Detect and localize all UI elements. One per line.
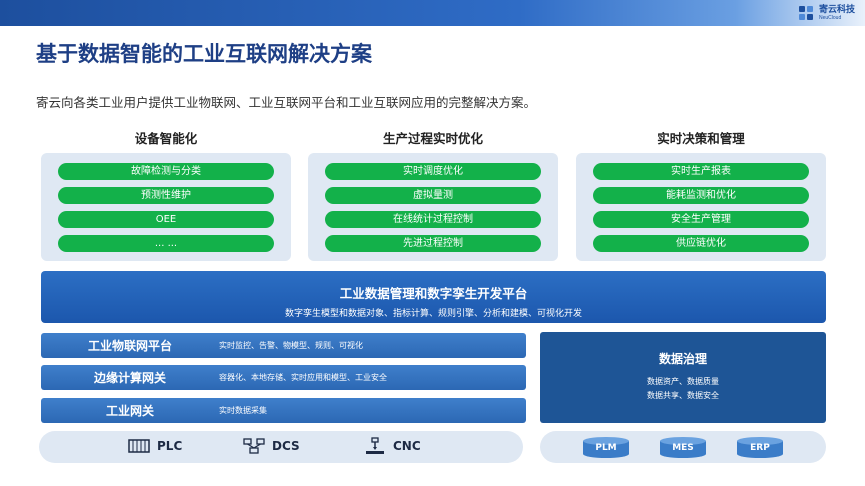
panel-realtime-decision: 实时生产报表 能耗监测和优化 安全生产管理 供应链优化 <box>576 153 826 261</box>
panel-device-intelligence: 故障检测与分类 预测性维护 OEE ... ... <box>41 153 291 261</box>
system-label: MES <box>672 443 694 453</box>
logo-name: 寄云科技 <box>818 4 855 15</box>
pill-item[interactable]: OEE <box>58 211 274 228</box>
pill-item[interactable]: 实时调度优化 <box>325 163 541 180</box>
system-label: ERP <box>750 443 770 453</box>
cnc-machine-icon <box>366 437 384 454</box>
layer-iot-platform[interactable]: 工业物联网平台 实时监控、告警、物模型、规则、可视化 <box>41 333 526 358</box>
company-logo: 寄云科技 NeuCloud <box>797 3 855 23</box>
plc-chip-icon <box>128 439 150 453</box>
pill-item[interactable]: 供应链优化 <box>593 235 809 252</box>
system-plm[interactable]: PLM <box>582 437 630 458</box>
governance-title: 数据治理 <box>658 352 707 366</box>
dcs-network-icon <box>243 438 265 454</box>
enterprise-systems-strip: PLM MES ERP <box>540 431 826 463</box>
system-mes[interactable]: MES <box>659 437 707 458</box>
system-erp[interactable]: ERP <box>736 437 784 458</box>
layer-industrial-gateway[interactable]: 工业网关 实时数据采集 <box>41 398 526 423</box>
page-subtitle: 寄云向各类工业用户提供工业物联网、工业互联网平台和工业互联网应用的完整解决方案。 <box>36 95 537 110</box>
layer-desc: 实时监控、告警、物模型、规则、可视化 <box>219 341 363 350</box>
column-title-device: 设备智能化 <box>134 131 198 146</box>
device-strip: PLC DCS CNC <box>39 431 523 463</box>
pill-item[interactable]: 能耗监测和优化 <box>593 187 809 204</box>
column-title-process: 生产过程实时优化 <box>382 131 483 146</box>
layer-name: 工业物联网平台 <box>87 339 172 353</box>
pill-item[interactable]: 故障检测与分类 <box>58 163 274 180</box>
layer-desc: 容器化、本地存储、实时应用和模型、工业安全 <box>219 373 387 382</box>
pill-item[interactable]: 预测性维护 <box>58 187 274 204</box>
page-title: 基于数据智能的工业互联网解决方案 <box>36 42 372 66</box>
pill-item[interactable]: 虚拟量测 <box>325 187 541 204</box>
pill-item[interactable]: 实时生产报表 <box>593 163 809 180</box>
pill-item[interactable]: 安全生产管理 <box>593 211 809 228</box>
column-title-decision: 实时决策和管理 <box>657 131 745 146</box>
device-label: PLC <box>157 439 183 453</box>
platform-subtitle: 数字孪生模型和数据对象、指标计算、规则引擎、分析和建模、可视化开发 <box>284 309 582 319</box>
pill-item[interactable]: 在线统计过程控制 <box>325 211 541 228</box>
governance-line: 数据共享、数据安全 <box>647 391 719 400</box>
device-plc[interactable]: PLC <box>127 437 182 455</box>
pill-item[interactable]: ... ... <box>58 235 274 252</box>
system-label: PLM <box>595 443 617 453</box>
logo-mark-icon <box>798 6 813 20</box>
top-banner <box>0 0 865 26</box>
logo-subtext: NeuCloud <box>818 14 842 21</box>
data-platform-block[interactable]: 工业数据管理和数字孪生开发平台 数字孪生模型和数据对象、指标计算、规则引擎、分析… <box>41 271 826 323</box>
device-cnc[interactable]: CNC <box>363 437 421 455</box>
layer-name: 边缘计算网关 <box>93 371 166 385</box>
layer-edge-gateway[interactable]: 边缘计算网关 容器化、本地存储、实时应用和模型、工业安全 <box>41 365 526 390</box>
pill-item[interactable]: 先进过程控制 <box>325 235 541 252</box>
device-dcs[interactable]: DCS <box>242 437 300 455</box>
device-label: DCS <box>272 439 300 453</box>
layer-name: 工业网关 <box>105 404 154 418</box>
device-label: CNC <box>393 439 421 453</box>
layer-desc: 实时数据采集 <box>219 406 267 415</box>
platform-title: 工业数据管理和数字孪生开发平台 <box>339 286 528 301</box>
governance-line: 数据资产、数据质量 <box>647 377 719 386</box>
panel-process-optimization: 实时调度优化 虚拟量测 在线统计过程控制 先进过程控制 <box>308 153 558 261</box>
data-governance-block[interactable]: 数据治理 数据资产、数据质量 数据共享、数据安全 <box>540 332 826 423</box>
